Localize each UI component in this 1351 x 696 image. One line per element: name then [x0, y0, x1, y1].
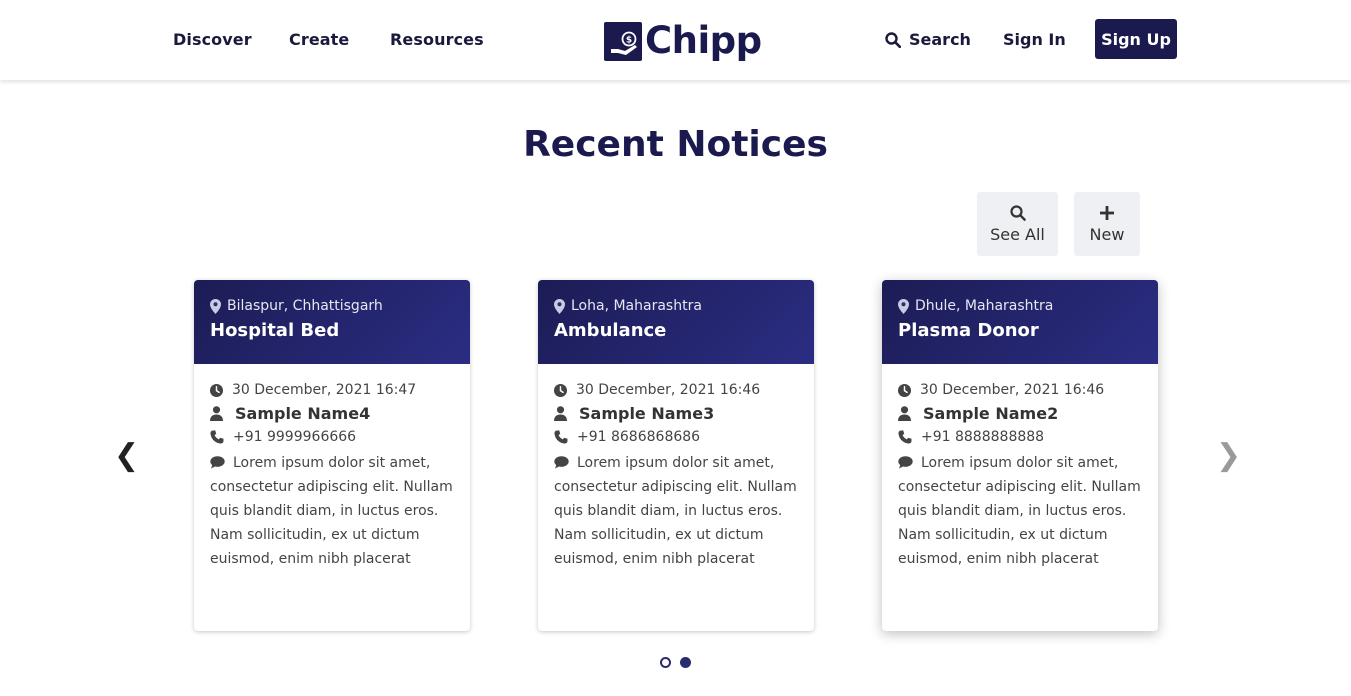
card-name: Sample Name4: [210, 404, 454, 423]
user-icon: [554, 406, 567, 421]
card-header: Bilaspur, Chhattisgarh Hospital Bed: [194, 280, 470, 364]
card-name: Sample Name2: [898, 404, 1142, 423]
new-label: New: [1089, 224, 1125, 244]
notice-card[interactable]: Loha, Maharashtra Ambulance 30 December,…: [538, 280, 814, 631]
card-phone: +91 8686868686: [554, 429, 798, 445]
card-datetime-text: 30 December, 2021 16:46: [576, 382, 761, 398]
see-all-label: See All: [990, 224, 1045, 244]
card-name: Sample Name3: [554, 404, 798, 423]
card-location: Dhule, Maharashtra: [898, 298, 1142, 314]
card-header: Dhule, Maharashtra Plasma Donor: [882, 280, 1158, 364]
card-phone: +91 9999966666: [210, 429, 454, 445]
logo-text: Chipp: [645, 19, 762, 62]
card-location: Bilaspur, Chhattisgarh: [210, 298, 454, 314]
card-body: 30 December, 2021 16:46 Sample Name3 +91…: [538, 364, 814, 571]
card-title: Ambulance: [554, 320, 667, 341]
carousel-dot-2[interactable]: [680, 657, 691, 668]
new-notice-button[interactable]: New: [1074, 192, 1140, 256]
svg-text:$: $: [626, 35, 632, 45]
card-location: Loha, Maharashtra: [554, 298, 798, 314]
nav-discover[interactable]: Discover: [173, 30, 252, 49]
phone-icon: [554, 430, 568, 444]
location-pin-icon: [898, 298, 909, 314]
nav-create[interactable]: Create: [289, 30, 349, 49]
page-title: Recent Notices: [523, 124, 828, 165]
card-datetime: 30 December, 2021 16:46: [554, 382, 798, 398]
card-title: Hospital Bed: [210, 320, 340, 341]
card-body: 30 December, 2021 16:47 Sample Name4 +91…: [194, 364, 470, 571]
clock-icon: [554, 383, 567, 397]
carousel-prev-button[interactable]: ❮: [114, 438, 139, 473]
card-description: Lorem ipsum dolor sit amet, consectetur …: [210, 451, 454, 571]
comment-icon: [210, 456, 225, 469]
card-location-text: Bilaspur, Chhattisgarh: [227, 298, 383, 314]
search-link[interactable]: Search: [885, 30, 971, 49]
notice-card[interactable]: Dhule, Maharashtra Plasma Donor 30 Decem…: [882, 280, 1158, 631]
card-datetime-text: 30 December, 2021 16:47: [232, 382, 417, 398]
card-phone-text: +91 8888888888: [921, 429, 1045, 445]
carousel-next-button[interactable]: ❯: [1216, 438, 1241, 473]
comment-icon: [898, 456, 913, 469]
card-phone-text: +91 8686868686: [577, 429, 701, 445]
phone-icon: [210, 430, 224, 444]
card-datetime: 30 December, 2021 16:46: [898, 382, 1142, 398]
clock-icon: [898, 383, 911, 397]
card-body: 30 December, 2021 16:46 Sample Name2 +91…: [882, 364, 1158, 571]
card-datetime: 30 December, 2021 16:47: [210, 382, 454, 398]
location-pin-icon: [210, 298, 221, 314]
card-description-text: Lorem ipsum dolor sit amet, consectetur …: [898, 455, 1141, 567]
search-icon: [1009, 204, 1026, 221]
card-phone-text: +91 9999966666: [233, 429, 357, 445]
card-location-text: Dhule, Maharashtra: [915, 298, 1054, 314]
see-all-button[interactable]: See All: [977, 192, 1058, 256]
location-pin-icon: [554, 298, 565, 314]
clock-icon: [210, 383, 223, 397]
card-name-text: Sample Name2: [923, 404, 1059, 423]
card-header: Loha, Maharashtra Ambulance: [538, 280, 814, 364]
card-datetime-text: 30 December, 2021 16:46: [920, 382, 1105, 398]
card-phone: +91 8888888888: [898, 429, 1142, 445]
carousel-dot-1[interactable]: [660, 657, 671, 668]
signup-button[interactable]: Sign Up: [1095, 19, 1177, 59]
notice-card[interactable]: Bilaspur, Chhattisgarh Hospital Bed 30 D…: [194, 280, 470, 631]
phone-icon: [898, 430, 912, 444]
card-title: Plasma Donor: [898, 320, 1039, 341]
card-name-text: Sample Name4: [235, 404, 371, 423]
card-description: Lorem ipsum dolor sit amet, consectetur …: [898, 451, 1142, 571]
nav-resources[interactable]: Resources: [390, 30, 484, 49]
card-description-text: Lorem ipsum dolor sit amet, consectetur …: [554, 455, 797, 567]
card-description-text: Lorem ipsum dolor sit amet, consectetur …: [210, 455, 453, 567]
card-description: Lorem ipsum dolor sit amet, consectetur …: [554, 451, 798, 571]
site-header: Discover Create Resources $ Chipp Search…: [0, 0, 1351, 80]
search-icon: [885, 31, 901, 48]
user-icon: [210, 406, 223, 421]
user-icon: [898, 406, 911, 421]
comment-icon: [554, 456, 569, 469]
logo-hand-coin-icon: $: [604, 21, 642, 61]
plus-icon: [1100, 205, 1114, 220]
logo[interactable]: $ Chipp: [604, 21, 762, 61]
card-name-text: Sample Name3: [579, 404, 715, 423]
search-label: Search: [909, 30, 971, 49]
card-location-text: Loha, Maharashtra: [571, 298, 702, 314]
signin-link[interactable]: Sign In: [1003, 30, 1066, 49]
